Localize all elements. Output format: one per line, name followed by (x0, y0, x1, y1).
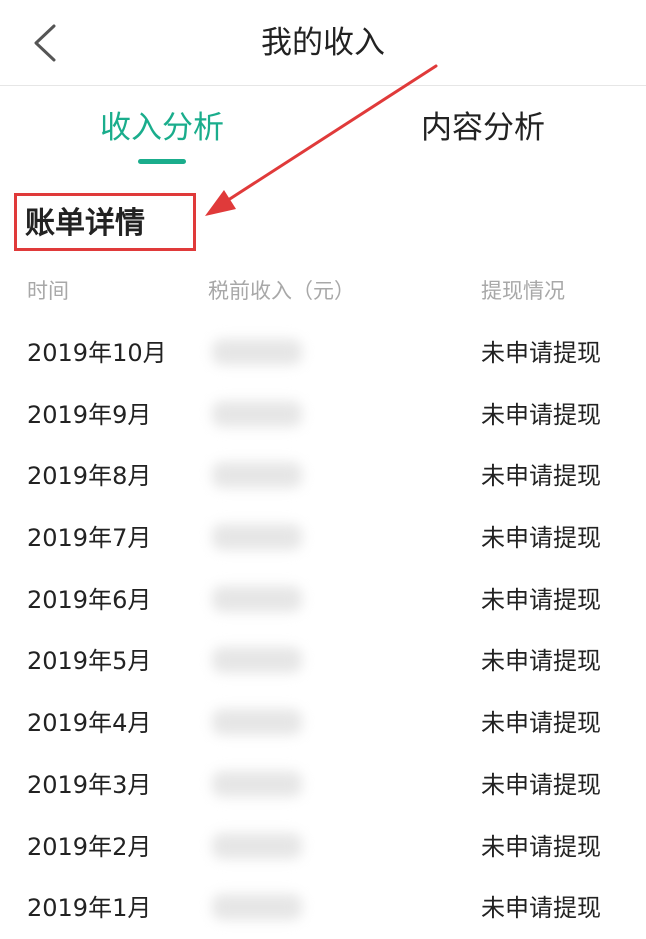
row-amount-blurred (212, 647, 302, 674)
row-status: 未申请提现 (481, 832, 601, 861)
table-row[interactable]: 2019年8月 未申请提现 (0, 445, 646, 507)
table-row[interactable]: 2019年6月 未申请提现 (0, 569, 646, 631)
row-amount-blurred (212, 585, 302, 612)
row-status: 未申请提现 (481, 524, 601, 553)
row-date: 2019年8月 (27, 462, 152, 491)
row-status: 未申请提现 (481, 894, 601, 923)
table-row[interactable]: 2019年9月 未申请提现 (0, 384, 646, 446)
row-date: 2019年1月 (27, 894, 152, 923)
row-status: 未申请提现 (481, 709, 601, 738)
table-row[interactable]: 2019年10月 未申请提现 (0, 322, 646, 384)
row-date: 2019年3月 (27, 770, 152, 799)
column-header-income: 税前收入（元） (208, 279, 355, 303)
row-amount-blurred (212, 832, 302, 859)
row-status: 未申请提现 (481, 770, 601, 799)
table-row[interactable]: 2019年2月 未申请提现 (0, 816, 646, 878)
row-amount-blurred (212, 524, 302, 551)
row-amount-blurred (212, 462, 302, 489)
tab-bar: 收入分析 内容分析 (0, 86, 646, 176)
row-status: 未申请提现 (481, 339, 601, 367)
table-row[interactable]: 2019年1月 未申请提现 (0, 877, 646, 939)
row-status: 未申请提现 (481, 585, 601, 614)
table-row[interactable]: 2019年5月 未申请提现 (0, 630, 646, 692)
row-date: 2019年6月 (27, 585, 152, 614)
row-status: 未申请提现 (481, 400, 601, 429)
row-status: 未申请提现 (481, 462, 601, 491)
tab-income-analysis[interactable]: 收入分析 (100, 106, 224, 150)
column-header-time: 时间 (27, 279, 69, 303)
row-date: 2019年9月 (27, 400, 152, 429)
row-amount-blurred (212, 339, 302, 365)
tab-content-analysis[interactable]: 内容分析 (421, 106, 545, 150)
row-date: 2019年2月 (27, 832, 152, 861)
row-amount-blurred (212, 894, 302, 921)
column-header-status: 提现情况 (481, 279, 565, 303)
page-title: 我的收入 (261, 25, 385, 61)
row-date: 2019年4月 (27, 709, 152, 738)
section-title: 账单详情 (25, 206, 145, 241)
top-bar: 我的收入 (0, 0, 646, 86)
table-row[interactable]: 2019年3月 未申请提现 (0, 754, 646, 816)
row-amount-blurred (212, 400, 302, 427)
row-date: 2019年10月 (27, 339, 167, 367)
bill-list: 2019年10月 未申请提现 2019年9月 未申请提现 2019年8月 未申请… (0, 322, 646, 939)
row-date: 2019年7月 (27, 524, 152, 553)
active-tab-indicator (138, 159, 186, 164)
row-status: 未申请提现 (481, 647, 601, 676)
row-date: 2019年5月 (27, 647, 152, 676)
table-row[interactable]: 2019年7月 未申请提现 (0, 507, 646, 569)
row-amount-blurred (212, 770, 302, 797)
row-amount-blurred (212, 709, 302, 736)
table-row[interactable]: 2019年4月 未申请提现 (0, 692, 646, 754)
